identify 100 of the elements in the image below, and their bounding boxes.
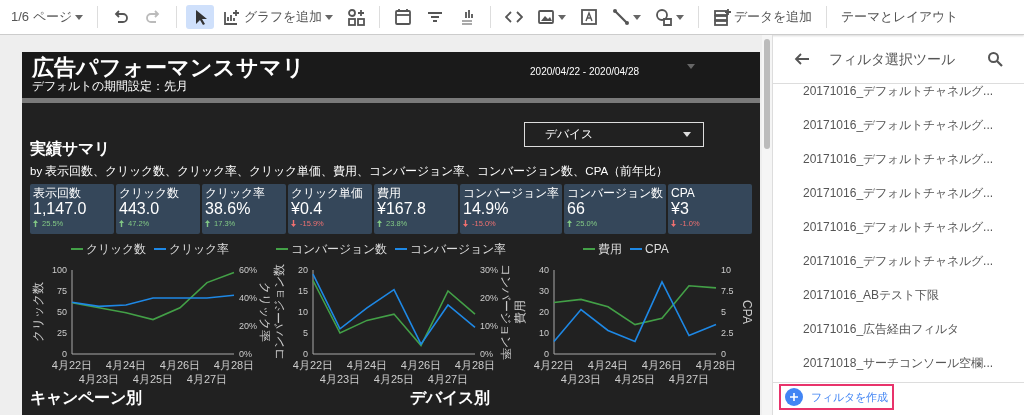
panel-title: フィルタ選択ツール	[829, 49, 956, 69]
database-plus-icon	[712, 8, 731, 26]
axis-tick-label: 30	[539, 286, 549, 297]
axis-tick-label: 10	[298, 307, 308, 318]
search-icon	[987, 51, 1003, 67]
line-icon	[611, 8, 630, 26]
scorecard-label: 費用	[377, 187, 402, 201]
scorecard-label: コンバージョン率	[463, 187, 560, 201]
report-subtitle: デフォルトの期間設定：先月	[32, 80, 189, 93]
scorecard-label: クリック数	[119, 187, 180, 201]
axis-tick-label: 4月25日	[132, 373, 174, 386]
caret-icon	[683, 132, 691, 137]
axis-tick-label: 25	[57, 328, 67, 339]
scorecard-value: ¥167.8	[377, 200, 427, 219]
legend-label: クリック率	[169, 242, 229, 257]
filter-list-item[interactable]: 20171016_デフォルトチャネルグ...	[773, 108, 1024, 142]
axis-tick-label: 20%	[239, 321, 257, 332]
text-box-icon	[579, 8, 598, 26]
scorecard-label: 表示回数	[33, 187, 82, 201]
filter-list-item[interactable]: 20171016_ABテスト下限	[773, 278, 1024, 312]
legend-label: CPA	[645, 242, 669, 257]
filter-list-item[interactable]: 20171016_デフォルトチャネルグ...	[773, 74, 1024, 108]
axis-tick-label: 5	[303, 328, 308, 339]
section-heading: キャンペーン別	[30, 388, 143, 409]
section-description: by 表示回数、クリック数、クリック率、クリック単価、費用、コンバージョン率、コンバージョン数、CPA（前年比）	[30, 164, 670, 179]
axis-tick-label: 4月26日	[400, 359, 442, 372]
image-icon	[536, 8, 555, 26]
scrollbar-thumb[interactable]	[764, 39, 770, 149]
axis-tick-label: 4月24日	[105, 359, 147, 372]
filter-list-item[interactable]: 20171016_広告経由フィルタ	[773, 312, 1024, 346]
scorecard-label: クリック率	[205, 187, 266, 201]
axis-tick-label: 4月22日	[51, 359, 93, 372]
axis-tick-label: 30%	[480, 265, 498, 276]
tool-button[interactable]: データを追加	[707, 4, 817, 30]
caret-icon	[687, 64, 695, 69]
page-selector[interactable]: 1/6 ページ	[6, 4, 88, 30]
shapes-grid-icon	[346, 8, 365, 26]
axis-tick-label: 20%	[480, 293, 498, 304]
axis-tick-label: 4月25日	[614, 373, 656, 386]
axis-tick-label: 4月24日	[346, 359, 388, 372]
axis-tick-label: 0	[544, 349, 549, 360]
device-dropdown[interactable]: デバイス	[524, 122, 704, 147]
axis-tick-label: 4月28日	[454, 359, 496, 372]
axis-title: CPA	[740, 300, 752, 325]
section-heading: 実績サマリ	[30, 139, 111, 159]
axis-tick-label: 10%	[480, 321, 498, 332]
filter-list-item[interactable]: 20171016_デフォルトチャネルグ...	[773, 210, 1024, 244]
axis-tick-label: 4月26日	[641, 359, 683, 372]
axis-tick-label: 4月27日	[668, 373, 710, 386]
axis-title: 費用	[513, 300, 527, 325]
filter-list-item[interactable]: 20171016_デフォルトチャネルグ...	[773, 244, 1024, 278]
shapes-icon	[654, 8, 673, 26]
axis-tick-label: 4月23日	[78, 373, 120, 386]
filter-list-item[interactable]: 20171018_サーチコンソール空欄...	[773, 346, 1024, 372]
filter-list-item[interactable]: 20171016_デフォルトチャネルグ...	[773, 176, 1024, 210]
date-range[interactable]: 2020/04/22 - 2020/04/28	[530, 64, 639, 79]
report-title: 広告パフォーマンスサマリ	[32, 56, 305, 80]
axis-tick-label: 4月28日	[213, 359, 255, 372]
calendar-icon	[393, 8, 412, 26]
back-arrow-icon	[794, 51, 810, 67]
axis-tick-label: 0	[62, 349, 67, 360]
axis-tick-label: 10	[539, 328, 549, 339]
axis-title: コンバージョン数	[272, 264, 286, 361]
axis-tick-label: 4月25日	[373, 373, 415, 386]
axis-tick-label: 100	[51, 265, 67, 276]
axis-tick-label: 7.5	[721, 286, 734, 297]
legend-label: 費用	[598, 242, 622, 257]
tool-button[interactable]	[185, 5, 214, 29]
axis-title: クリック数	[31, 282, 45, 343]
axis-tick-label: 5	[721, 307, 726, 318]
plus-circle-icon	[785, 388, 803, 406]
tool-button[interactable]: グラフを追加	[217, 4, 338, 30]
tool-button[interactable]: テーマとレイアウト	[835, 4, 963, 30]
section-heading: デバイス別	[410, 388, 490, 409]
axis-tick-label: 4月26日	[159, 359, 201, 372]
axis-tick-label: 4月23日	[560, 373, 602, 386]
axis-tick-label: 4月23日	[319, 373, 361, 386]
axis-tick-label: 40	[539, 265, 549, 276]
axis-tick-label: 4月22日	[292, 359, 334, 372]
axis-tick-label: 4月27日	[427, 373, 469, 386]
caret-icon	[74, 14, 83, 20]
axis-tick-label: 4月28日	[695, 359, 737, 372]
chart-plus-icon	[222, 8, 241, 26]
axis-tick-label: 0	[303, 349, 308, 360]
scorecard-value: 14.9%	[463, 200, 510, 219]
axis-tick-label: 4月22日	[533, 359, 575, 372]
scorecard-value: 1,147.0	[33, 200, 88, 219]
scorecard-value: 66	[567, 200, 586, 219]
scorecard-value: 443.0	[119, 200, 161, 219]
axis-tick-label: 0	[721, 349, 726, 360]
legend-label: クリック数	[86, 242, 146, 257]
axis-tick-label: 4月24日	[587, 359, 629, 372]
axis-tick-label: 0%	[239, 349, 252, 360]
scorecard-label: クリック単価	[291, 187, 364, 201]
create-filter-button[interactable]: フィルタを作成	[781, 386, 892, 408]
scorecard-label: CPA	[671, 187, 696, 201]
axis-tick-label: 15	[298, 286, 308, 297]
legend-label: コンバージョン率	[410, 242, 506, 257]
filter-list-item[interactable]: 20171016_デフォルトチャネルグ...	[773, 142, 1024, 176]
axis-tick-label: 75	[57, 286, 67, 297]
